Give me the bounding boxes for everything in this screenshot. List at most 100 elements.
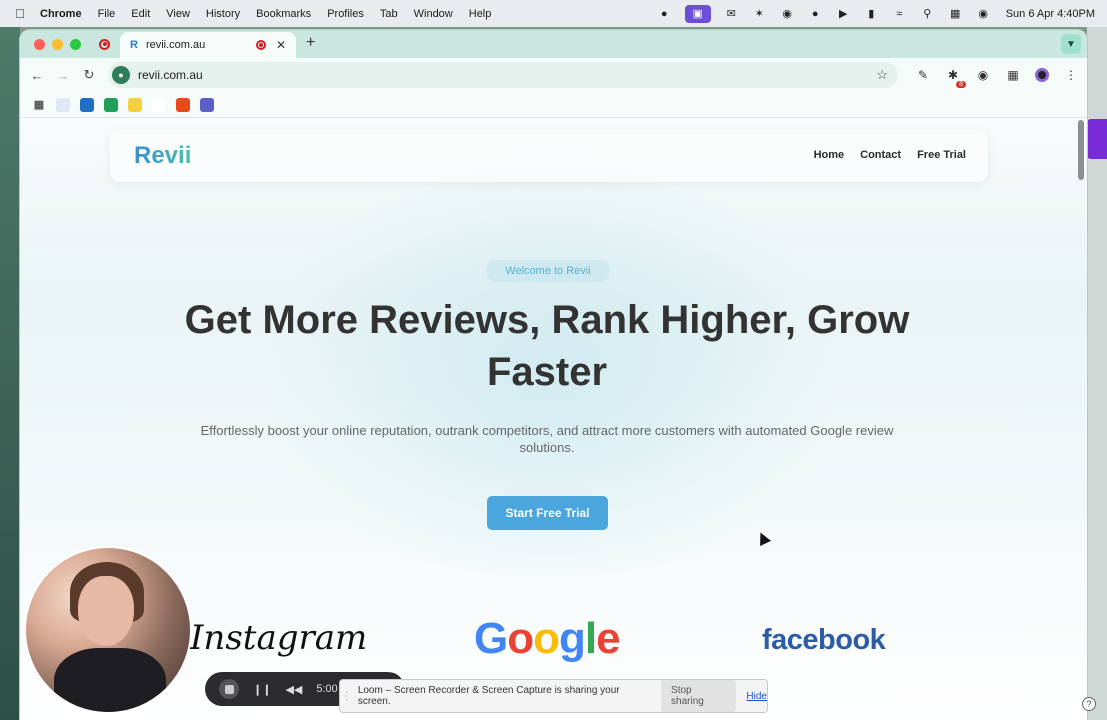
- forward-button[interactable]: →: [50, 68, 76, 83]
- close-window-button[interactable]: [34, 38, 45, 50]
- microphone-icon[interactable]: ●: [657, 7, 672, 20]
- new-tab-button[interactable]: +: [306, 34, 315, 52]
- extensions-puzzle-icon[interactable]: ▦: [1005, 67, 1021, 83]
- welcome-badge: Welcome to Revii: [486, 260, 610, 282]
- stop-sharing-button[interactable]: Stop sharing: [661, 680, 737, 712]
- tab-search-dropdown-icon[interactable]: ▼: [1061, 34, 1081, 54]
- battery-icon[interactable]: ▮: [864, 7, 879, 20]
- site-nav-links: Home Contact Free Trial: [814, 149, 966, 161]
- background-app-window: [1087, 119, 1107, 159]
- profile-avatar[interactable]: [1035, 68, 1049, 82]
- back-button[interactable]: ←: [24, 68, 50, 83]
- tab-recording-icon: [255, 40, 266, 50]
- bookmark-6-icon[interactable]: [176, 97, 190, 112]
- sheets-bookmark-icon[interactable]: [104, 97, 118, 112]
- google-logo-letter: l: [584, 614, 597, 663]
- google-logo: Google: [474, 614, 621, 664]
- menu-tab[interactable]: Tab: [380, 8, 398, 20]
- bookmark-4-icon[interactable]: [128, 97, 142, 112]
- macos-menu-bar:  Chrome File Edit View History Bookmark…: [0, 0, 1107, 27]
- browser-tab-active[interactable]: R revii.com.au ✕: [120, 32, 296, 58]
- hero-subheadline: Effortlessly boost your online reputatio…: [200, 423, 894, 455]
- nav-contact-link[interactable]: Contact: [860, 149, 901, 161]
- menu-window[interactable]: Window: [414, 8, 453, 20]
- facebook-logo: facebook: [762, 624, 886, 656]
- desktop-background-left: [0, 27, 20, 720]
- loom-stop-icon[interactable]: [219, 679, 239, 699]
- play-icon[interactable]: ▶: [836, 7, 851, 20]
- teams-bookmark-icon[interactable]: [200, 97, 214, 112]
- site-header: Revii Home Contact Free Trial: [110, 130, 988, 182]
- minimize-window-button[interactable]: [52, 38, 63, 50]
- control-center-icon[interactable]: ▦: [948, 7, 963, 20]
- menu-bookmarks[interactable]: Bookmarks: [256, 8, 311, 20]
- menu-help[interactable]: Help: [469, 8, 492, 20]
- menubar-status-area: ● ▣ ✉ ✶ ◉ ● ▶ ▮ ≈ ⚲ ▦ ◉ Sun 6 Apr 4:40PM: [657, 0, 1095, 27]
- apps-grid-icon[interactable]: ▦: [32, 98, 46, 112]
- siri-icon[interactable]: ◉: [976, 7, 991, 20]
- nav-home-link[interactable]: Home: [814, 149, 845, 161]
- menu-edit[interactable]: Edit: [131, 8, 150, 20]
- outlook-bookmark-icon[interactable]: [80, 97, 94, 112]
- drag-handle-icon[interactable]: ⋮: [340, 691, 354, 702]
- nav-free-trial-link[interactable]: Free Trial: [917, 149, 966, 161]
- menu-history[interactable]: History: [206, 8, 240, 20]
- hide-sharing-bar-link[interactable]: Hide: [746, 691, 767, 702]
- close-tab-icon[interactable]: ✕: [276, 38, 286, 52]
- loom-pause-icon[interactable]: ❙❙: [253, 683, 271, 696]
- instagram-logo: Instagram: [190, 618, 368, 658]
- reload-button[interactable]: ↻: [76, 67, 102, 83]
- loom-icon[interactable]: ✶: [752, 7, 767, 20]
- menubar-clock[interactable]: Sun 6 Apr 4:40PM: [1006, 8, 1095, 20]
- extension-toolbar: ✎ ✱ 8 ◉ ▦ ⋮: [915, 58, 1079, 92]
- address-bar[interactable]: ● revii.com.au ☆: [108, 62, 898, 88]
- outlook-icon[interactable]: ✉: [724, 7, 739, 20]
- screen-sharing-bar: ⋮ Loom – Screen Recorder & Screen Captur…: [339, 679, 768, 713]
- user-icon[interactable]: ●: [808, 7, 823, 20]
- address-bar-url[interactable]: revii.com.au: [138, 68, 203, 82]
- help-icon[interactable]: ?: [1082, 697, 1096, 711]
- loom-rewind-icon[interactable]: ◀◀: [285, 683, 302, 696]
- menu-file[interactable]: File: [98, 8, 116, 20]
- site-info-icon[interactable]: ●: [112, 66, 130, 84]
- page-scrollbar[interactable]: [1078, 120, 1084, 180]
- window-controls: [34, 38, 81, 50]
- zoom-window-button[interactable]: [70, 38, 81, 50]
- tab-favicon: R: [130, 39, 138, 51]
- loom-timer: 5:00: [316, 683, 338, 695]
- bookmarks-bar: ▦: [20, 92, 1087, 118]
- presenter-face: [78, 576, 134, 646]
- chrome-menu-icon[interactable]: ⋮: [1063, 67, 1079, 83]
- hero-headline: Get More Reviews, Rank Higher, Grow Fast…: [184, 298, 910, 394]
- google-logo-letter: o: [507, 614, 534, 663]
- wifi-icon[interactable]: ≈: [892, 7, 907, 20]
- extension-badge-icon[interactable]: ✱ 8: [945, 67, 966, 88]
- google-logo-letter: e: [596, 614, 621, 663]
- tab-strip: R revii.com.au ✕ + ▼: [20, 30, 1087, 58]
- loom-extension-icon[interactable]: ◉: [975, 67, 991, 83]
- loom-camera-bubble[interactable]: [24, 546, 192, 714]
- recording-indicator-icon: [99, 38, 110, 50]
- menu-app-name[interactable]: Chrome: [40, 8, 82, 20]
- search-icon[interactable]: ⚲: [920, 7, 935, 20]
- browser-toolbar: ← → ↻ ● revii.com.au ☆ ✎ ✱ 8 ◉ ▦ ⋮: [20, 58, 1087, 92]
- tab-title: revii.com.au: [145, 39, 206, 51]
- site-logo[interactable]: Revii: [134, 142, 191, 170]
- screen-share-icon[interactable]: ▣: [684, 4, 711, 23]
- google-logo-letter: o: [533, 614, 560, 663]
- google-logo-letter: G: [474, 614, 508, 663]
- eyedropper-extension-icon[interactable]: ✎: [915, 67, 931, 83]
- apple-icon[interactable]: : [0, 6, 40, 21]
- bookmark-1-icon[interactable]: [56, 97, 70, 112]
- extension-badge-count: 8: [956, 81, 966, 88]
- desktop-background-right: [1087, 27, 1107, 720]
- sharing-message: Loom – Screen Recorder & Screen Capture …: [357, 685, 620, 707]
- menu-profiles[interactable]: Profiles: [327, 8, 364, 20]
- menu-view[interactable]: View: [166, 8, 190, 20]
- presenter-body: [54, 648, 166, 712]
- grammarly-icon[interactable]: ◉: [780, 7, 795, 20]
- bookmark-star-icon[interactable]: ☆: [876, 67, 888, 83]
- google-logo-letter: g: [559, 614, 586, 663]
- bookmark-5-icon[interactable]: [152, 97, 166, 112]
- start-free-trial-button[interactable]: Start Free Trial: [487, 496, 608, 530]
